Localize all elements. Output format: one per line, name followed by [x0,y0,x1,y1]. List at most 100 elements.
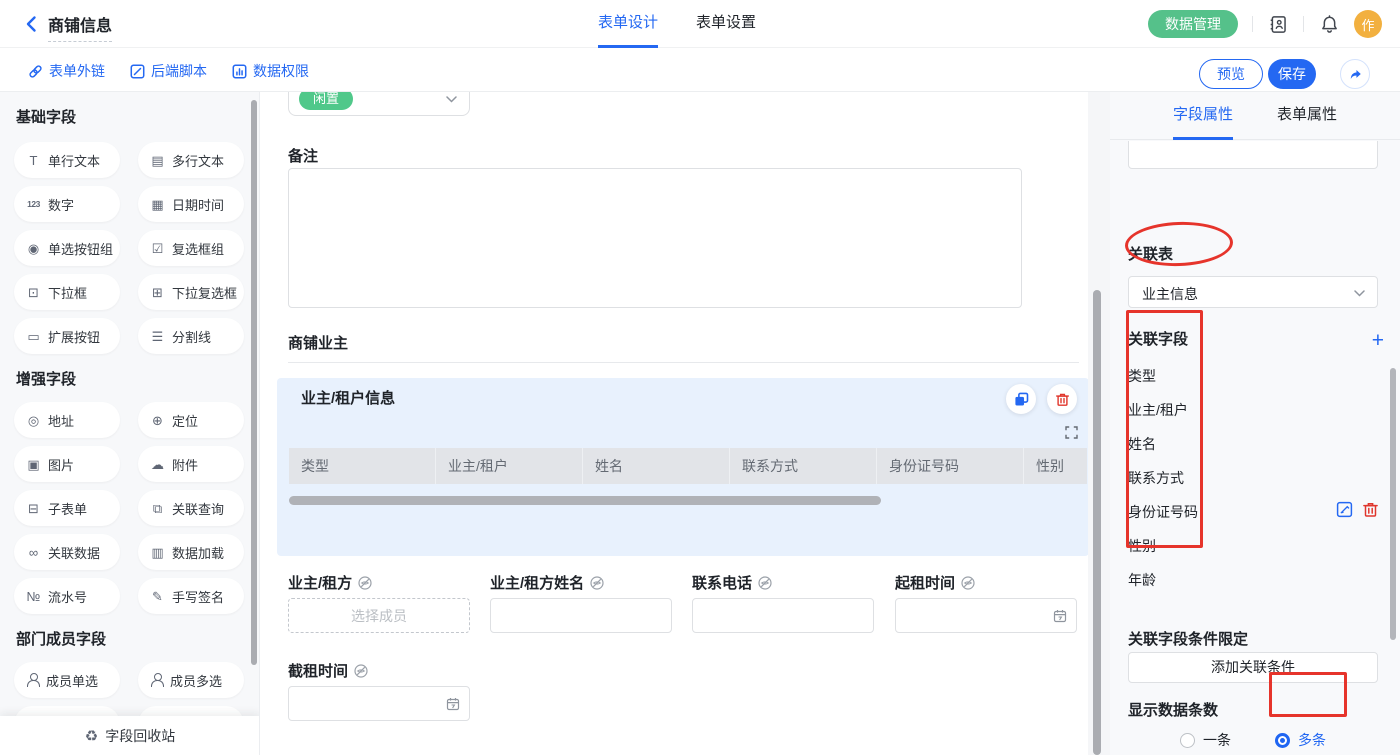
field-item-location[interactable]: ⊕定位 [138,402,244,438]
back-button[interactable] [22,14,42,34]
permission-icon [232,64,247,79]
field-item-data-load[interactable]: ▥数据加载 [138,534,244,570]
edit-related-fields-button[interactable] [1336,501,1353,518]
related-field-item[interactable]: 业主/租户 [1128,393,1288,427]
field-item-select[interactable]: ⊡下拉框 [14,274,120,310]
field-item-multi-line-text[interactable]: ▤多行文本 [138,142,244,178]
field-item-serial-number[interactable]: №流水号 [14,578,120,614]
subform-title: 业主/租户信息 [301,387,395,408]
tab-field-properties-label: 字段属性 [1173,106,1233,123]
copy-widget-button[interactable] [1006,384,1036,414]
date-input[interactable] [288,686,470,721]
sidebar-scrollbar[interactable] [251,100,257,665]
field-item-image[interactable]: ▣图片 [14,446,120,482]
tab-form-settings[interactable]: 表单设置 [696,0,756,48]
remark-textarea[interactable] [288,168,1022,308]
field-item-extend-button[interactable]: ▭扩展按钮 [14,318,120,354]
date-input[interactable] [895,598,1077,633]
field-item-attachment[interactable]: ☁附件 [138,446,244,482]
field-item-label: 下拉复选框 [172,283,237,302]
radio-single-record[interactable]: 一条 [1180,730,1231,750]
radio-multiple-records[interactable]: 多条 [1275,730,1326,750]
field-item-label: 扩展按钮 [48,327,100,346]
section-title-enhanced-fields: 增强字段 [16,368,76,389]
column-header: 联系方式 [730,448,877,484]
display-count-label: 显示数据条数 [1128,699,1218,720]
field-item-datetime[interactable]: ▦日期时间 [138,186,244,222]
status-select[interactable]: 闲置 [288,92,470,116]
tab-field-properties[interactable]: 字段属性 [1173,92,1233,140]
backend-script-link[interactable]: 后端脚本 [130,61,207,81]
field-item-label: 手写签名 [172,587,224,606]
horizontal-scrollbar[interactable] [289,496,881,505]
field-item-label: 数据加载 [172,543,224,562]
field-label: 联系电话 [692,572,752,593]
expand-corners-icon[interactable] [1065,426,1078,439]
add-condition-button[interactable]: 添加关联条件 [1128,652,1378,683]
form-toolbar: 表单外链 后端脚本 数据权限 [0,48,1400,92]
canvas-scroll-gutter [1088,92,1110,755]
tab-form-design[interactable]: 表单设计 [598,0,658,48]
tab-form-design-label: 表单设计 [598,14,658,31]
delete-widget-button[interactable] [1047,384,1077,414]
related-field-item[interactable]: 身份证号码 [1128,495,1288,529]
text-input[interactable] [490,598,672,633]
field-item-divider[interactable]: ☰分割线 [138,318,244,354]
notification-bell-icon[interactable] [1318,13,1340,35]
map-pin-icon: ◎ [25,412,42,429]
tab-form-properties[interactable]: 表单属性 [1277,92,1337,140]
preview-button[interactable]: 预览 [1199,59,1263,89]
field-recycle-bin[interactable]: ♻ 字段回收站 [0,716,260,755]
data-permission-link[interactable]: 数据权限 [232,61,309,81]
field-item-multi-select[interactable]: ⊞ 下拉复选框 [138,274,244,310]
canvas-scrollbar[interactable] [1093,290,1101,755]
panel-scrollbar[interactable] [1390,368,1396,640]
related-table-select[interactable]: 业主信息 [1128,276,1378,308]
field-item-member-multi[interactable]: 成员多选 [138,662,244,698]
related-field-item[interactable]: 性别 [1128,529,1288,563]
header-actions: 数据管理 作 [1148,0,1382,48]
field-name-input-partial[interactable] [1128,141,1378,169]
field-item-checkbox-group[interactable]: ☑复选框组 [138,230,244,266]
related-field-item[interactable]: 联系方式 [1128,461,1288,495]
avatar[interactable]: 作 [1354,10,1382,38]
column-header: 业主/租户 [436,448,583,484]
multi-select-icon: ⊞ [149,284,166,301]
form-designer-app: 商铺信息 表单设计 表单设置 数据管理 作 表单外链 后端脚本 [0,0,1400,755]
field-item-subform[interactable]: ⊟子表单 [14,490,120,526]
field-item-number[interactable]: 123数字 [14,186,120,222]
field-item-linked-data[interactable]: ∞关联数据 [14,534,120,570]
owner-renter-name-field: 业主/租方姓名 [490,574,672,633]
related-field-item[interactable]: 类型 [1128,359,1288,393]
field-item-lookup-query[interactable]: ⧉关联查询 [138,490,244,526]
delete-related-fields-button[interactable] [1362,501,1379,518]
add-related-field-button[interactable]: + [1372,331,1384,351]
related-field-item[interactable]: 年龄 [1128,563,1288,597]
section-title-shop-owner: 商铺业主 [288,332,348,353]
field-item-single-line-text[interactable]: T单行文本 [14,142,120,178]
column-header: 姓名 [583,448,730,484]
field-item-address[interactable]: ◎地址 [14,402,120,438]
related-field-item[interactable]: 姓名 [1128,427,1288,461]
checkbox-icon: ☑ [149,240,166,257]
contacts-book-icon[interactable] [1267,13,1289,35]
divider [1252,16,1253,32]
text-input[interactable] [692,598,874,633]
lookup-icon: ⧉ [149,500,166,517]
chevron-down-icon [1354,290,1365,297]
field-item-signature[interactable]: ✎手写签名 [138,578,244,614]
member-picker-input[interactable]: 选择成员 [288,598,470,633]
field-item-member-single[interactable]: 成员单选 [14,662,120,698]
form-external-link[interactable]: 表单外链 [28,61,105,81]
data-permission-link-label: 数据权限 [253,61,309,81]
save-button[interactable]: 保存 [1268,59,1316,89]
related-fields-list: 类型 业主/租户 姓名 联系方式 身份证号码 性别 年龄 [1128,359,1288,597]
field-item-label: 数字 [48,195,74,214]
owner-renter-subform-widget[interactable]: 业主/租户信息 类型 业主/租户 姓名 联系方式 身份证号码 性别 [277,378,1088,556]
data-manage-button[interactable]: 数据管理 [1148,10,1238,38]
field-item-label: 多行文本 [172,151,224,170]
chevron-left-icon [22,14,42,34]
eye-off-icon [961,576,975,590]
share-button[interactable] [1340,59,1370,89]
field-item-radio-group[interactable]: ◉单选按钮组 [14,230,120,266]
